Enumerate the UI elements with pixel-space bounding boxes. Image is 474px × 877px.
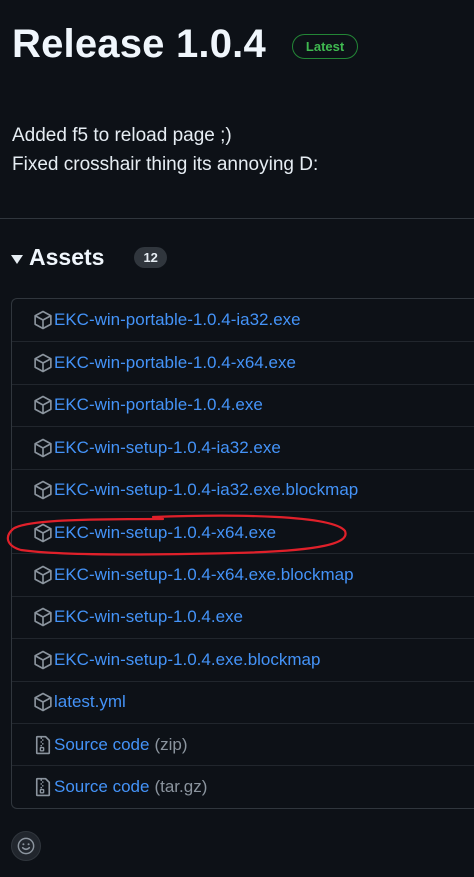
release-page: Release 1.0.4 Latest Added f5 to reload …: [0, 0, 474, 877]
release-note-line: Added f5 to reload page ;): [12, 125, 232, 146]
asset-row[interactable]: EKC-win-setup-1.0.4-x64.exe: [12, 510, 474, 553]
smiley-icon: [17, 837, 35, 855]
asset-row[interactable]: EKC-win-setup-1.0.4-ia32.exe: [12, 426, 474, 468]
asset-link[interactable]: EKC-win-setup-1.0.4.exe.blockmap: [54, 650, 320, 670]
asset-link[interactable]: EKC-win-setup-1.0.4-ia32.exe: [54, 438, 281, 458]
asset-row[interactable]: Source code (tar.gz): [12, 765, 474, 807]
triangle-down-icon: [11, 254, 23, 264]
package-icon: [33, 565, 53, 585]
release-notes: Added f5 to reload page ;) Fixed crossha…: [12, 121, 318, 179]
package-icon: [33, 438, 53, 458]
asset-link[interactable]: EKC-win-portable-1.0.4-x64.exe: [54, 353, 296, 373]
asset-link[interactable]: Source code: [54, 735, 149, 755]
add-reaction-button[interactable]: [11, 831, 41, 861]
package-icon: [33, 353, 53, 373]
package-icon: [33, 692, 53, 712]
package-icon: [33, 523, 53, 543]
assets-toggle[interactable]: Assets 12: [11, 244, 167, 271]
asset-row[interactable]: EKC-win-setup-1.0.4-ia32.exe.blockmap: [12, 468, 474, 511]
asset-link[interactable]: EKC-win-setup-1.0.4-x64.exe.blockmap: [54, 565, 354, 585]
package-icon: [33, 607, 53, 627]
asset-link[interactable]: EKC-win-setup-1.0.4-x64.exe: [54, 523, 276, 543]
assets-count-badge: 12: [134, 247, 167, 268]
asset-link[interactable]: latest.yml: [54, 692, 126, 712]
asset-row[interactable]: EKC-win-setup-1.0.4.exe.blockmap: [12, 638, 474, 680]
latest-badge: Latest: [291, 34, 359, 59]
asset-row[interactable]: EKC-win-portable-1.0.4-x64.exe: [12, 341, 474, 383]
asset-row[interactable]: Source code (zip): [12, 722, 474, 765]
asset-list: EKC-win-portable-1.0.4-ia32.exe EKC-win-p…: [11, 298, 474, 809]
assets-title: Assets: [29, 244, 105, 270]
file-zip-icon: [33, 735, 53, 755]
package-icon: [33, 480, 53, 500]
asset-format-label[interactable]: (zip): [154, 735, 187, 755]
package-icon: [33, 395, 53, 415]
release-note-line: Fixed crosshair thing its annoying D:: [12, 154, 319, 175]
file-zip-icon: [33, 777, 53, 797]
asset-row[interactable]: EKC-win-portable-1.0.4-ia32.exe: [12, 299, 474, 341]
divider: [0, 218, 474, 219]
asset-link[interactable]: EKC-win-setup-1.0.4.exe: [54, 607, 243, 627]
asset-link[interactable]: Source code: [54, 777, 149, 797]
package-icon: [33, 310, 53, 330]
release-header: Release 1.0.4 Latest: [12, 22, 359, 67]
asset-row[interactable]: latest.yml: [12, 680, 474, 723]
asset-link[interactable]: EKC-win-portable-1.0.4-ia32.exe: [54, 310, 301, 330]
asset-row[interactable]: EKC-win-setup-1.0.4-x64.exe.blockmap: [12, 553, 474, 595]
asset-row[interactable]: EKC-win-portable-1.0.4.exe: [12, 383, 474, 426]
asset-link[interactable]: EKC-win-setup-1.0.4-ia32.exe.blockmap: [54, 480, 358, 500]
asset-row[interactable]: EKC-win-setup-1.0.4.exe: [12, 595, 474, 638]
release-title[interactable]: Release 1.0.4: [12, 22, 266, 67]
asset-link[interactable]: EKC-win-portable-1.0.4.exe: [54, 395, 263, 415]
asset-format-label[interactable]: (tar.gz): [154, 777, 207, 797]
package-icon: [33, 650, 53, 670]
